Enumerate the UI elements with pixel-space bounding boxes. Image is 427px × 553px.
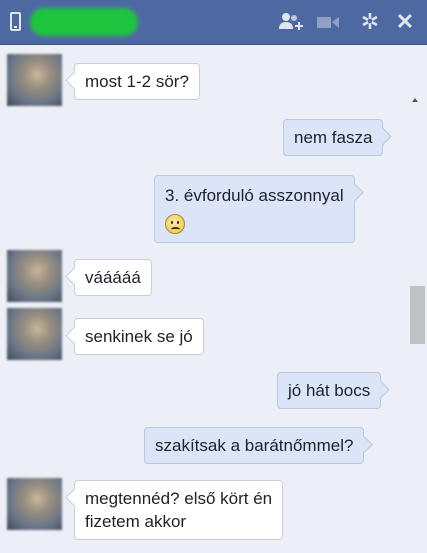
message-text: nem fasza bbox=[294, 128, 373, 147]
message-text: 3. évforduló asszonnyal bbox=[165, 186, 344, 205]
close-icon[interactable]: ✕ bbox=[394, 9, 416, 35]
scroll-up-arrow[interactable] bbox=[412, 98, 418, 102]
scrollbar-thumb[interactable] bbox=[410, 286, 425, 344]
message-text: most 1-2 sör? bbox=[85, 72, 189, 91]
message-text: fizetem akkor bbox=[85, 512, 187, 531]
avatar[interactable] bbox=[7, 250, 62, 302]
message-text: megtennéd? első kört én bbox=[85, 489, 273, 508]
message-text: senkinek se jó bbox=[85, 327, 193, 346]
message-outgoing: szakítsak a barátnőmmel? bbox=[144, 427, 365, 464]
avatar[interactable] bbox=[7, 478, 62, 530]
gear-icon[interactable]: ✲ bbox=[358, 9, 382, 35]
phone-icon bbox=[10, 12, 21, 31]
video-icon[interactable] bbox=[314, 9, 342, 35]
message-outgoing: jó hát bocs bbox=[277, 372, 382, 409]
avatar[interactable] bbox=[7, 54, 62, 106]
message-incoming: vááááá bbox=[74, 259, 152, 296]
message-text: szakítsak a barátnőmmel? bbox=[155, 436, 354, 455]
sad-face-icon bbox=[165, 213, 185, 234]
avatar[interactable] bbox=[7, 308, 62, 360]
message-incoming: senkinek se jó bbox=[74, 318, 204, 355]
message-outgoing: 3. évforduló asszonnyal bbox=[154, 175, 355, 243]
contact-name-redacted[interactable] bbox=[30, 8, 138, 36]
add-user-icon[interactable] bbox=[278, 9, 304, 35]
conversation-area[interactable]: most 1-2 sör? nem fasza 3. évforduló ass… bbox=[0, 46, 427, 553]
chat-titlebar[interactable]: ✲ ✕ bbox=[0, 0, 427, 45]
message-outgoing: nem fasza bbox=[283, 119, 384, 156]
message-incoming: most 1-2 sör? bbox=[74, 63, 200, 100]
message-text: jó hát bocs bbox=[288, 381, 371, 400]
message-text: vááááá bbox=[85, 268, 141, 287]
message-incoming: megtennéd? első kört én fizetem akkor bbox=[74, 480, 284, 540]
